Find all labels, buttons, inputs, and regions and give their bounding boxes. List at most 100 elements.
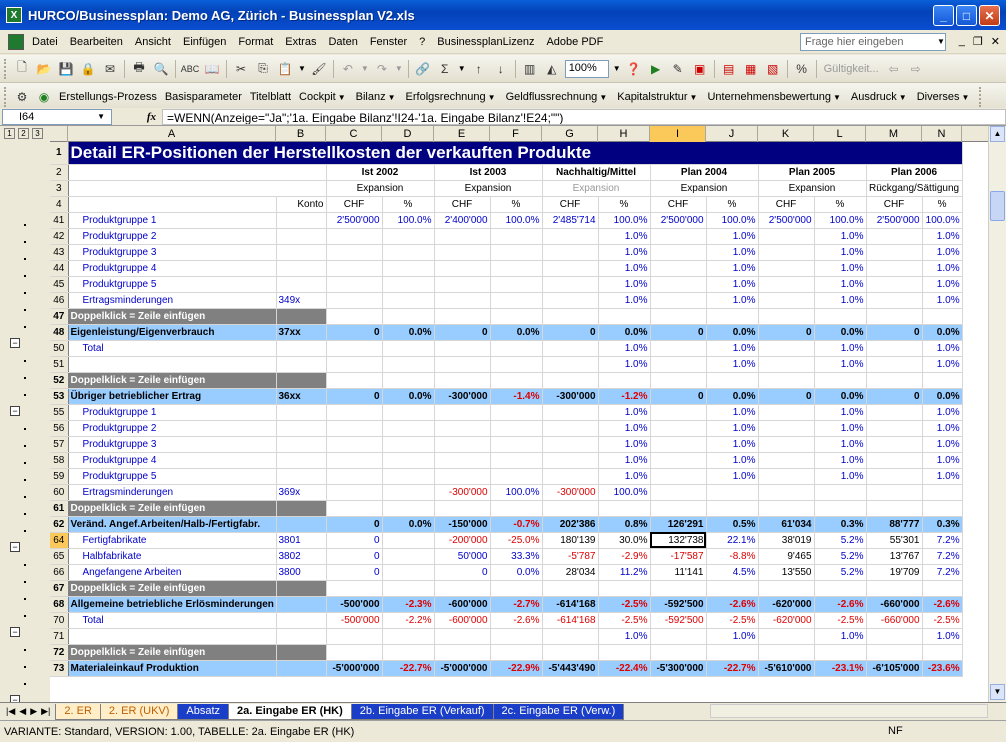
value-cell[interactable] — [706, 644, 759, 661]
value-cell[interactable]: 1.0% — [706, 260, 759, 277]
scroll-up-icon[interactable]: ▲ — [990, 126, 1005, 142]
value-cell[interactable] — [757, 452, 815, 469]
value-cell[interactable] — [325, 452, 383, 469]
label-cell[interactable]: Produktgruppe 5 — [68, 276, 277, 293]
value-cell[interactable] — [382, 436, 435, 453]
value-cell[interactable] — [814, 500, 867, 517]
value-cell[interactable]: 1.0% — [814, 420, 867, 437]
sort-ascending-icon[interactable]: ↑ — [470, 60, 488, 78]
row-header[interactable]: 71 — [50, 628, 69, 645]
value-cell[interactable] — [922, 484, 963, 501]
period-header[interactable]: Plan 2004 — [649, 164, 759, 181]
unit-header[interactable]: CHF — [541, 196, 599, 213]
value-cell[interactable]: -5'000'000 — [325, 660, 383, 677]
custom-menu-item-10[interactable]: Diverses ▼ — [913, 91, 976, 103]
value-cell[interactable]: 0.0% — [706, 324, 759, 341]
value-cell[interactable]: 11'141 — [649, 564, 707, 581]
process-icon[interactable]: ◉ — [35, 88, 53, 106]
menu-item-4[interactable]: Format — [232, 36, 279, 48]
value-cell[interactable]: 1.0% — [598, 276, 651, 293]
value-cell[interactable] — [490, 260, 543, 277]
account-cell[interactable] — [276, 596, 327, 613]
arrow-left-icon[interactable]: ⇦ — [885, 60, 903, 78]
value-cell[interactable] — [649, 308, 707, 325]
value-cell[interactable] — [814, 372, 867, 389]
period-header[interactable]: Nachhaltig/Mittel — [541, 164, 651, 181]
value-cell[interactable] — [706, 500, 759, 517]
account-cell[interactable]: 369x — [276, 484, 327, 501]
label-cell[interactable]: Produktgruppe 4 — [68, 260, 277, 277]
value-cell[interactable]: -300'000 — [433, 484, 491, 501]
prev-sheet-icon[interactable]: ◀ — [19, 706, 26, 717]
value-cell[interactable]: -300'000 — [433, 388, 491, 405]
row-header[interactable]: 52 — [50, 372, 69, 389]
value-cell[interactable]: -592'500 — [649, 612, 707, 629]
value-cell[interactable] — [541, 644, 599, 661]
account-header[interactable]: Konto — [276, 196, 327, 213]
period-header[interactable]: Plan 2005 — [757, 164, 867, 181]
value-cell[interactable] — [433, 276, 491, 293]
unit-header[interactable]: CHF — [757, 196, 815, 213]
row-header[interactable]: 59 — [50, 468, 69, 485]
value-cell[interactable] — [649, 404, 707, 421]
value-cell[interactable]: 0 — [649, 388, 707, 405]
value-cell[interactable] — [757, 644, 815, 661]
label-cell[interactable]: Allgemeine betriebliche Erlösminderungen — [68, 596, 277, 613]
account-cell[interactable] — [276, 356, 327, 373]
label-cell[interactable]: Materialeinkauf Produktion — [68, 660, 277, 677]
menu-item-8[interactable]: ? — [413, 36, 431, 48]
sheet-tab-0[interactable]: 2. ER — [55, 703, 101, 720]
account-cell[interactable] — [276, 228, 327, 245]
value-cell[interactable] — [598, 580, 651, 597]
value-cell[interactable] — [325, 340, 383, 357]
scenario-header[interactable]: Expansion — [541, 180, 651, 197]
save-icon[interactable]: 💾 — [57, 60, 75, 78]
value-cell[interactable] — [433, 244, 491, 261]
value-cell[interactable]: 0.0% — [490, 564, 543, 581]
value-cell[interactable] — [325, 628, 383, 645]
value-cell[interactable]: 0 — [757, 324, 815, 341]
account-cell[interactable]: 36xx — [276, 388, 327, 405]
value-cell[interactable] — [541, 292, 599, 309]
row-header[interactable]: 58 — [50, 452, 69, 469]
value-cell[interactable]: 1.0% — [814, 356, 867, 373]
value-cell[interactable]: -23.6% — [922, 660, 963, 677]
value-cell[interactable] — [865, 276, 923, 293]
row-header[interactable]: 73 — [50, 660, 69, 677]
menu-item-10[interactable]: Adobe PDF — [540, 36, 609, 48]
account-cell[interactable] — [276, 420, 327, 437]
doc-minimize-button[interactable]: _ — [959, 35, 965, 48]
value-cell[interactable]: -500'000 — [325, 596, 383, 613]
label-cell[interactable]: Total — [68, 340, 277, 357]
value-cell[interactable] — [325, 484, 383, 501]
value-cell[interactable] — [433, 468, 491, 485]
unit-header[interactable]: CHF — [433, 196, 491, 213]
value-cell[interactable]: 1.0% — [706, 436, 759, 453]
value-cell[interactable] — [649, 244, 707, 261]
value-cell[interactable]: -8.8% — [706, 548, 759, 565]
value-cell[interactable] — [382, 372, 435, 389]
value-cell[interactable]: 1.0% — [922, 452, 963, 469]
scenario-header[interactable]: Expansion — [325, 180, 435, 197]
value-cell[interactable] — [922, 644, 963, 661]
account-cell[interactable] — [276, 612, 327, 629]
account-cell[interactable] — [276, 628, 327, 645]
row-header[interactable]: 56 — [50, 420, 69, 437]
account-cell[interactable] — [276, 516, 327, 533]
value-cell[interactable]: -5'610'000 — [757, 660, 815, 677]
value-cell[interactable] — [541, 228, 599, 245]
outline-level-button[interactable]: 3 — [32, 128, 43, 139]
value-cell[interactable] — [541, 420, 599, 437]
value-cell[interactable]: 1.0% — [922, 356, 963, 373]
value-cell[interactable]: 0 — [649, 324, 707, 341]
value-cell[interactable] — [433, 340, 491, 357]
value-cell[interactable] — [325, 436, 383, 453]
label-cell[interactable]: Produktgruppe 2 — [68, 228, 277, 245]
value-cell[interactable] — [865, 292, 923, 309]
menu-item-9[interactable]: BusinessplanLizenz — [431, 36, 540, 48]
value-cell[interactable] — [325, 644, 383, 661]
value-cell[interactable] — [541, 276, 599, 293]
value-cell[interactable] — [382, 292, 435, 309]
settings-icon[interactable]: ⚙ — [13, 88, 31, 106]
account-cell[interactable]: 3801 — [276, 532, 327, 549]
